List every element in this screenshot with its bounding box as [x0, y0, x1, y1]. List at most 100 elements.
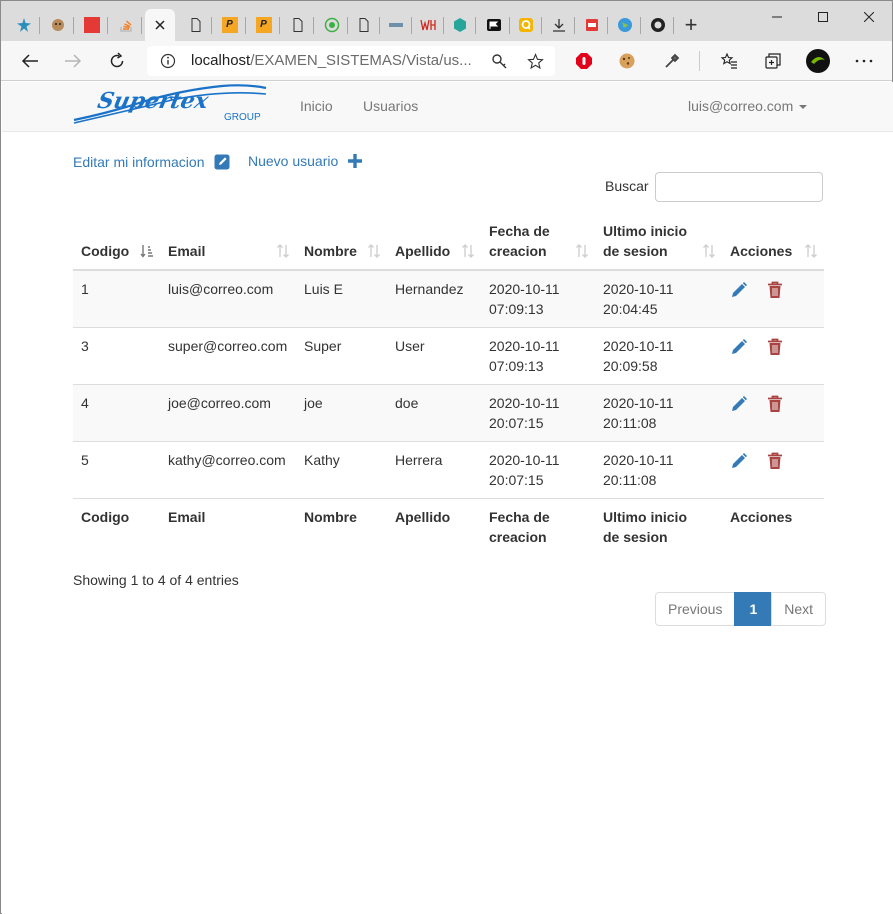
tab-6[interactable]: [179, 9, 212, 41]
tab-3[interactable]: [75, 9, 108, 41]
tab-1[interactable]: [7, 9, 40, 41]
edit-pencil-icon[interactable]: [730, 281, 748, 299]
trash-icon[interactable]: [767, 395, 783, 413]
acciones-cell: [722, 270, 824, 328]
sort-header-email[interactable]: Email: [160, 213, 296, 271]
tab-20[interactable]: [641, 9, 674, 41]
caret-down-icon: [799, 105, 808, 109]
trash-icon[interactable]: [767, 452, 783, 470]
collections-button[interactable]: [761, 49, 785, 73]
apellido-cell: doe: [387, 384, 481, 442]
table-row: 3 super@correo.com Super User 2020-10-11 07:…: [73, 327, 824, 385]
tab-active-close[interactable]: [145, 9, 175, 41]
tab-2[interactable]: [41, 9, 74, 41]
close-icon: [864, 12, 874, 22]
key-icon[interactable]: [491, 53, 508, 70]
edit-pencil-icon[interactable]: [730, 338, 748, 356]
maximize-button[interactable]: [800, 1, 846, 33]
p-badge-icon: P: [221, 17, 238, 33]
stackoverflow-icon: [119, 20, 132, 32]
tab-11[interactable]: [347, 9, 380, 41]
tab-19[interactable]: [608, 9, 641, 41]
sort-header-acciones[interactable]: Acciones: [722, 213, 824, 271]
more-menu-button[interactable]: [852, 49, 876, 73]
red-square-icon: [83, 17, 100, 33]
codigo-cell: 1: [73, 270, 160, 328]
sort-both-icon: [462, 244, 474, 258]
tab-13[interactable]: [411, 9, 444, 41]
tab-15[interactable]: [477, 9, 510, 41]
back-button[interactable]: [14, 45, 46, 77]
tab-8[interactable]: P: [247, 9, 280, 41]
hexagon-icon: [453, 18, 466, 32]
previous-page-button[interactable]: Previous: [655, 592, 736, 626]
tab-14[interactable]: [443, 9, 476, 41]
footer-header: Acciones: [722, 498, 824, 555]
reload-button[interactable]: [101, 45, 133, 77]
adblock-extension[interactable]: [572, 49, 596, 73]
eyedropper-extension[interactable]: [660, 49, 684, 73]
tab-17[interactable]: [542, 9, 575, 41]
edit-pencil-icon[interactable]: [730, 452, 748, 470]
nav-inicio[interactable]: Inicio: [300, 98, 333, 114]
sort-both-icon: [368, 244, 380, 258]
trash-icon[interactable]: [767, 338, 783, 356]
page-1-button[interactable]: 1: [734, 592, 773, 626]
new-user-link[interactable]: Nuevo usuario: [248, 153, 363, 169]
next-page-button[interactable]: Next: [771, 592, 827, 626]
arrow-right-icon: [65, 54, 82, 68]
supertex-logo[interactable]: Supertex GROUP: [72, 82, 268, 126]
close-window-button[interactable]: [846, 1, 892, 33]
tab-16[interactable]: [509, 9, 542, 41]
minimize-button[interactable]: [754, 1, 800, 33]
url-host: localhost: [191, 52, 251, 69]
flag-icon: [486, 19, 501, 31]
trash-icon[interactable]: [767, 281, 783, 299]
green-circle-icon: [324, 17, 339, 33]
tab-4[interactable]: [109, 9, 142, 41]
tab-12[interactable]: [379, 9, 412, 41]
sort-header-nombre[interactable]: Nombre: [296, 213, 387, 271]
codigo-cell: 4: [73, 384, 160, 442]
footer-header: Nombre: [296, 498, 387, 555]
browser-toolbar: localhost/EXAMEN_SISTEMAS/Vista/us...: [1, 41, 892, 81]
sort-header-ultimo-inicio[interactable]: Ultimo inicio de sesion: [595, 213, 722, 271]
toolbar-divider: [699, 51, 700, 71]
apellido-cell: User: [387, 327, 481, 385]
edit-pencil-icon[interactable]: [730, 395, 748, 413]
wh-logo-icon: [419, 19, 436, 31]
header-label: Fecha de creacion: [489, 223, 550, 259]
star-icon[interactable]: [527, 53, 544, 70]
close-tab-icon[interactable]: [155, 20, 165, 30]
tab-9[interactable]: [281, 9, 314, 41]
meerkat-icon: [51, 19, 64, 31]
globe-icon: [617, 18, 632, 32]
info-icon[interactable]: [160, 53, 176, 69]
profile-avatar[interactable]: [806, 49, 830, 73]
apellido-cell: Hernandez: [387, 270, 481, 328]
browser-window: P P + localhost/EXAMEN_SISTEMAS/Vista/us…: [0, 0, 893, 914]
favorites-button[interactable]: [717, 49, 741, 73]
tab-7[interactable]: P: [213, 9, 246, 41]
user-menu-dropdown[interactable]: luis@correo.com: [688, 98, 808, 114]
address-bar[interactable]: localhost/EXAMEN_SISTEMAS/Vista/us...: [147, 46, 555, 76]
sort-both-icon: [576, 244, 588, 258]
acciones-cell: [722, 327, 824, 385]
footer-header: Fecha de creacion: [481, 498, 595, 555]
sort-header-codigo[interactable]: Codigo: [73, 213, 160, 271]
tab-10[interactable]: [315, 9, 348, 41]
edit-my-info-link[interactable]: Editar mi informacion: [73, 153, 231, 170]
pdf-icon: [585, 19, 598, 31]
tab-18[interactable]: [575, 9, 608, 41]
nav-usuarios[interactable]: Usuarios: [363, 98, 418, 114]
url-path: /EXAMEN_SISTEMAS/Vista/us...: [250, 52, 472, 69]
search-input[interactable]: [655, 172, 823, 202]
sort-header-fecha-creacion[interactable]: Fecha de creacion: [481, 213, 595, 271]
sort-both-icon: [703, 244, 715, 258]
forward-button[interactable]: [57, 45, 89, 77]
cookie-extension[interactable]: [615, 49, 639, 73]
header-label: Codigo: [81, 243, 130, 259]
new-tab-button[interactable]: +: [679, 11, 703, 39]
email-cell: super@correo.com: [160, 327, 296, 385]
sort-header-apellido[interactable]: Apellido: [387, 213, 481, 271]
